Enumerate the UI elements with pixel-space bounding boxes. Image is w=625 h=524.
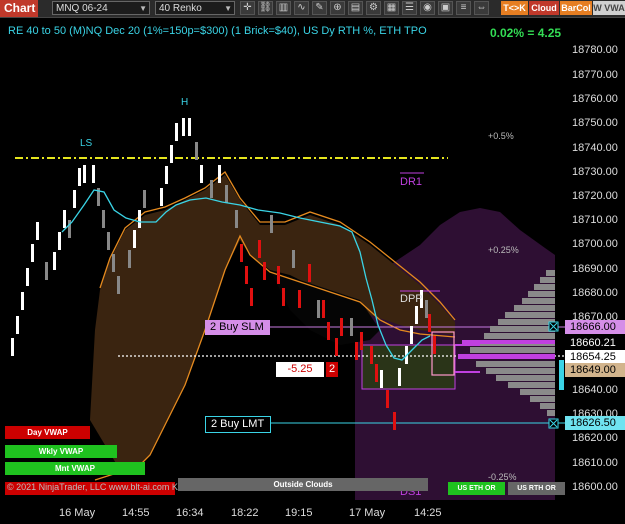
price-tick: 18610.00 — [572, 457, 618, 469]
time-tick: 14:25 — [414, 507, 442, 519]
vwap-toggle-button[interactable]: W VWA — [593, 1, 625, 15]
price-badge-slm: 18666.00 — [565, 320, 625, 334]
price-tick: 18730.00 — [572, 166, 618, 178]
barcol-toggle-button[interactable]: BarCol — [560, 1, 592, 15]
time-tick: 19:15 — [285, 507, 313, 519]
h-label: H — [181, 97, 189, 108]
price-tick: 18680.00 — [572, 287, 618, 299]
time-tick: 14:55 — [122, 507, 150, 519]
template-icon[interactable]: ▤ — [348, 1, 363, 15]
dr1-label: DR1 — [400, 176, 423, 188]
price-badge-position: 18649.00 — [565, 363, 625, 377]
time-tick: 17 May — [349, 507, 386, 519]
us-rth-or-legend[interactable]: US RTH OR — [508, 482, 565, 495]
price-tick: 18720.00 — [572, 190, 618, 202]
percent-change: 0.02% = 4.25 — [490, 26, 562, 40]
chevron-down-icon: ▼ — [224, 4, 232, 13]
instrument-value: MNQ 06-24 — [56, 3, 108, 14]
price-tick: 18690.00 — [572, 263, 618, 275]
properties-icon[interactable]: ⚙ — [366, 1, 381, 15]
time-tick: 18:22 — [231, 507, 259, 519]
wkly-vwap-legend[interactable]: Wkly VWAP — [5, 445, 117, 458]
settings-icon[interactable]: ≡ — [456, 1, 471, 15]
chevron-down-icon: ▼ — [139, 4, 147, 13]
mnt-vwap-legend[interactable]: Mnt VWAP — [5, 462, 145, 475]
time-tick: 16 May — [59, 507, 96, 519]
lock-icon[interactable]: ▣ — [438, 1, 453, 15]
price-tick: 18760.00 — [572, 93, 618, 105]
day-vwap-legend[interactable]: Day VWAP — [5, 426, 90, 439]
price-badge: 18660.21 — [565, 336, 625, 350]
price-tick: 18770.00 — [572, 69, 618, 81]
dpp-label: DPP — [400, 293, 423, 305]
buy-lmt-order[interactable]: 2 Buy LMT — [205, 416, 272, 433]
position-pnl[interactable]: -5.25 — [276, 362, 324, 377]
us-eth-or-legend[interactable]: US ETH OR — [448, 482, 505, 495]
position-qty[interactable]: 2 — [326, 362, 338, 377]
chart-window-label: Chart — [0, 0, 38, 17]
plus-025-label: +0.25% — [488, 245, 519, 255]
chart-title: RE 40 to 50 (M)NQ Dec 20 (1%=150p=$300) … — [8, 25, 427, 37]
price-tick: 18700.00 — [572, 238, 618, 250]
outside-clouds-bar: Outside Clouds — [178, 478, 428, 491]
price-tick: 18740.00 — [572, 142, 618, 154]
cloud-toggle-button[interactable]: Cloud — [529, 1, 559, 15]
price-tick: 18600.00 — [572, 481, 618, 493]
camera-icon[interactable]: ◉ — [420, 1, 435, 15]
bar-type-select[interactable]: 40 Renko ▼ — [155, 1, 235, 15]
zoom-icon[interactable]: ⊕ — [330, 1, 345, 15]
minus-025-label: -0.25% — [488, 472, 517, 482]
price-tick: 18750.00 — [572, 117, 618, 129]
chart-toolbar: Chart MNQ 06-24 ▼ 40 Renko ▼ ✛ ⛓ ▥ ∿ ✎ ⊕… — [0, 0, 625, 18]
plus-05-label: +0.5% — [488, 131, 514, 141]
price-tick: 18620.00 — [572, 432, 618, 444]
price-tick: 18640.00 — [572, 384, 618, 396]
price-tick: 18710.00 — [572, 214, 618, 226]
expand-icon[interactable]: ⇔ — [474, 1, 489, 15]
crosshair-icon[interactable]: ✛ — [240, 1, 255, 15]
instrument-select[interactable]: MNQ 06-24 ▼ — [52, 1, 150, 15]
price-badge-last: 18654.25 — [565, 350, 625, 364]
indicator-icon[interactable]: ∿ — [294, 1, 309, 15]
tk-toggle-button[interactable]: T<>K — [501, 1, 528, 15]
link-icon[interactable]: ⛓ — [258, 1, 273, 15]
price-tick: 18780.00 — [572, 44, 618, 56]
ls-label: LS — [80, 138, 93, 149]
price-badge-lmt: 18626.50 — [565, 416, 625, 430]
data-box-icon[interactable]: ☰ — [402, 1, 417, 15]
time-tick: 16:34 — [176, 507, 204, 519]
chart-type-icon[interactable]: ▥ — [276, 1, 291, 15]
buy-slm-order[interactable]: 2 Buy SLM — [205, 320, 270, 335]
grid-icon[interactable]: ▦ — [384, 1, 399, 15]
bar-type-value: 40 Renko — [159, 3, 202, 14]
drawing-icon[interactable]: ✎ — [312, 1, 327, 15]
